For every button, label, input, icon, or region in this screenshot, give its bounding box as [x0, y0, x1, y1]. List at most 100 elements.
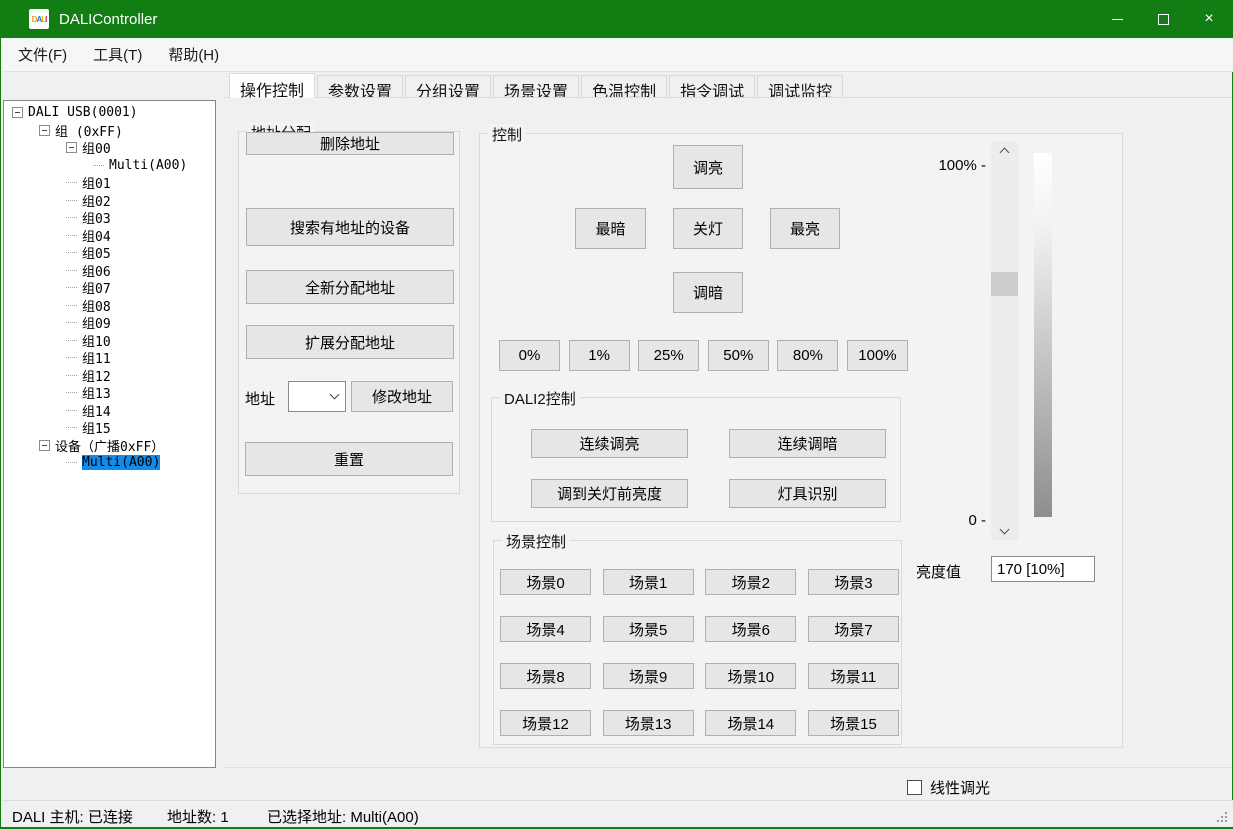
device-tree[interactable]: DALI USB(0001)组 (0xFF)组00Multi(A00)组01组0… — [3, 100, 216, 768]
collapse-icon[interactable] — [39, 125, 50, 136]
percent-button-4[interactable]: 80% — [777, 340, 838, 371]
darkest-button[interactable]: 最暗 — [575, 208, 646, 249]
tree-item-label: 组15 — [82, 418, 111, 437]
scene-button-6[interactable]: 场景6 — [705, 616, 796, 642]
tree-item[interactable]: 组03 — [4, 209, 215, 227]
scene-button-8[interactable]: 场景8 — [500, 663, 591, 689]
tab-1[interactable]: 参数设置 — [317, 75, 403, 98]
linear-dim-checkbox[interactable]: 线性调光 — [907, 777, 990, 798]
tree-item[interactable]: 组14 — [4, 402, 215, 420]
scene-button-9[interactable]: 场景9 — [603, 663, 694, 689]
scene-button-7[interactable]: 场景7 — [808, 616, 899, 642]
control-group-title: 控制 — [488, 124, 526, 145]
dali2-button-3[interactable]: 灯具识别 — [729, 479, 886, 508]
percent-button-1[interactable]: 1% — [569, 340, 630, 371]
scroll-up-button[interactable] — [991, 142, 1018, 159]
tree-item[interactable]: 组06 — [4, 262, 215, 280]
tab-2[interactable]: 分组设置 — [405, 75, 491, 98]
scene-button-2[interactable]: 场景2 — [705, 569, 796, 595]
menu-item-1[interactable]: 工具(T) — [80, 38, 155, 71]
menu-item-0[interactable]: 文件(F) — [5, 38, 80, 71]
scene-button-10[interactable]: 场景10 — [705, 663, 796, 689]
close-button[interactable]: × — [1186, 0, 1232, 38]
percent-button-0[interactable]: 0% — [499, 340, 560, 371]
brightness-scrollbar[interactable] — [991, 142, 1018, 540]
scene-button-11[interactable]: 场景11 — [808, 663, 899, 689]
maximize-button[interactable] — [1140, 0, 1186, 38]
scene-group-title: 场景控制 — [502, 531, 570, 552]
tree-item-label: 设备（广播0xFF） — [55, 436, 164, 455]
tree-connector — [66, 287, 77, 288]
tree-item[interactable]: 组02 — [4, 192, 215, 210]
tree-connector — [66, 427, 77, 428]
tree-item-label: 组04 — [82, 226, 111, 245]
dim-down-button[interactable]: 调暗 — [673, 272, 743, 313]
menu-item-2[interactable]: 帮助(H) — [155, 38, 232, 71]
light-off-button[interactable]: 关灯 — [673, 208, 743, 249]
tree-item[interactable]: 组07 — [4, 279, 215, 297]
percent-button-2[interactable]: 25% — [638, 340, 699, 371]
tree-item[interactable]: 组15 — [4, 419, 215, 437]
scene-button-15[interactable]: 场景15 — [808, 710, 899, 736]
percent-button-3[interactable]: 50% — [708, 340, 769, 371]
scene-button-12[interactable]: 场景12 — [500, 710, 591, 736]
tree-item[interactable]: 组13 — [4, 384, 215, 402]
tab-5[interactable]: 指令调试 — [669, 75, 755, 98]
tree-item[interactable]: 组11 — [4, 349, 215, 367]
scene-button-5[interactable]: 场景5 — [603, 616, 694, 642]
tree-item[interactable]: 组01 — [4, 174, 215, 192]
tree-item-label: DALI USB(0001) — [28, 105, 138, 120]
checkbox-icon[interactable] — [907, 780, 922, 795]
scene-button-4[interactable]: 场景4 — [500, 616, 591, 642]
scene-button-13[interactable]: 场景13 — [603, 710, 694, 736]
scene-button-1[interactable]: 场景1 — [603, 569, 694, 595]
percent-button-row: 0% 1% 25% 50% 80% 100% — [499, 340, 908, 371]
scene-button-14[interactable]: 场景14 — [705, 710, 796, 736]
tree-item[interactable]: 组10 — [4, 332, 215, 350]
tree-item[interactable]: 组00 — [4, 139, 215, 157]
linear-dim-label: 线性调光 — [930, 777, 990, 798]
brightness-100-label: 100% - — [921, 157, 986, 174]
address-button-0[interactable]: 搜索有地址的设备 — [246, 208, 454, 246]
tab-0[interactable]: 操作控制 — [229, 73, 315, 98]
percent-button-5[interactable]: 100% — [847, 340, 908, 371]
dali2-button-2[interactable]: 调到关灯前亮度 — [531, 479, 688, 508]
menu-bar: 文件(F)工具(T)帮助(H) — [2, 38, 1233, 72]
scrollbar-thumb[interactable] — [991, 272, 1018, 296]
tree-item[interactable]: 设备（广播0xFF） — [4, 437, 215, 455]
tree-item[interactable]: 组04 — [4, 227, 215, 245]
scene-button-3[interactable]: 场景3 — [808, 569, 899, 595]
address-button-3[interactable]: 删除地址 — [246, 132, 454, 155]
status-bar: DALI 主机: 已连接地址数: 1已选择地址: Multi(A00) — [2, 800, 1233, 827]
scroll-down-button[interactable] — [991, 523, 1018, 540]
modify-address-button[interactable]: 修改地址 — [351, 381, 453, 412]
collapse-icon[interactable] — [12, 107, 23, 118]
collapse-icon[interactable] — [39, 440, 50, 451]
tab-4[interactable]: 色温控制 — [581, 75, 667, 98]
address-combobox[interactable] — [288, 381, 346, 412]
tree-item[interactable]: 组12 — [4, 367, 215, 385]
tab-6[interactable]: 调试监控 — [757, 75, 843, 98]
tree-item[interactable]: 组08 — [4, 297, 215, 315]
address-button-1[interactable]: 全新分配地址 — [246, 270, 454, 304]
resize-grip-icon[interactable] — [1225, 820, 1227, 822]
dim-up-button[interactable]: 调亮 — [673, 145, 743, 189]
tree-item[interactable]: 组 (0xFF) — [4, 122, 215, 140]
collapse-icon[interactable] — [66, 142, 77, 153]
tree-item-label: 组00 — [82, 138, 111, 157]
minimize-button[interactable] — [1094, 0, 1140, 38]
brightness-value-field[interactable]: 170 [10%] — [991, 556, 1095, 582]
tab-3[interactable]: 场景设置 — [493, 75, 579, 98]
tree-item[interactable]: Multi(A00) — [4, 454, 215, 472]
reset-button[interactable]: 重置 — [245, 442, 453, 476]
tree-item[interactable]: DALI USB(0001) — [4, 104, 215, 122]
tree-item[interactable]: Multi(A00) — [4, 157, 215, 175]
dali2-button-0[interactable]: 连续调亮 — [531, 429, 688, 458]
scene-button-0[interactable]: 场景0 — [500, 569, 591, 595]
address-button-2[interactable]: 扩展分配地址 — [246, 325, 454, 359]
brightest-button[interactable]: 最亮 — [770, 208, 840, 249]
tree-item[interactable]: 组09 — [4, 314, 215, 332]
dali2-button-1[interactable]: 连续调暗 — [729, 429, 886, 458]
dali2-group: DALI2控制 连续调亮连续调暗调到关灯前亮度灯具识别 — [491, 397, 901, 522]
tree-item[interactable]: 组05 — [4, 244, 215, 262]
